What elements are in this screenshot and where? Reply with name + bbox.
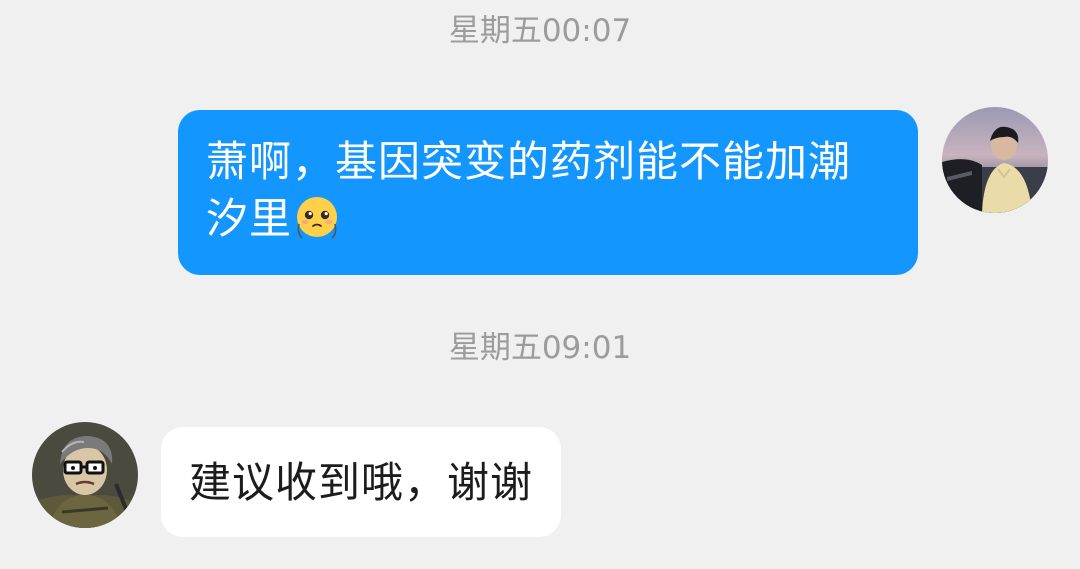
self-avatar[interactable] xyxy=(942,107,1048,213)
outgoing-message-bubble[interactable]: 萧啊，基因突变的药剂能不能加潮汐里 xyxy=(178,110,918,275)
incoming-message-bubble[interactable]: 建议收到哦，谢谢 xyxy=(161,427,562,537)
incoming-message-text: 建议收到哦，谢谢 xyxy=(189,458,534,507)
other-avatar-image xyxy=(32,422,138,528)
other-avatar[interactable] xyxy=(32,422,138,528)
pleading-face-emoji-icon xyxy=(294,194,340,240)
message-timestamp: 星期五09:01 xyxy=(448,330,632,366)
message-timestamp: 星期五00:07 xyxy=(448,13,632,49)
self-avatar-image xyxy=(942,107,1048,213)
